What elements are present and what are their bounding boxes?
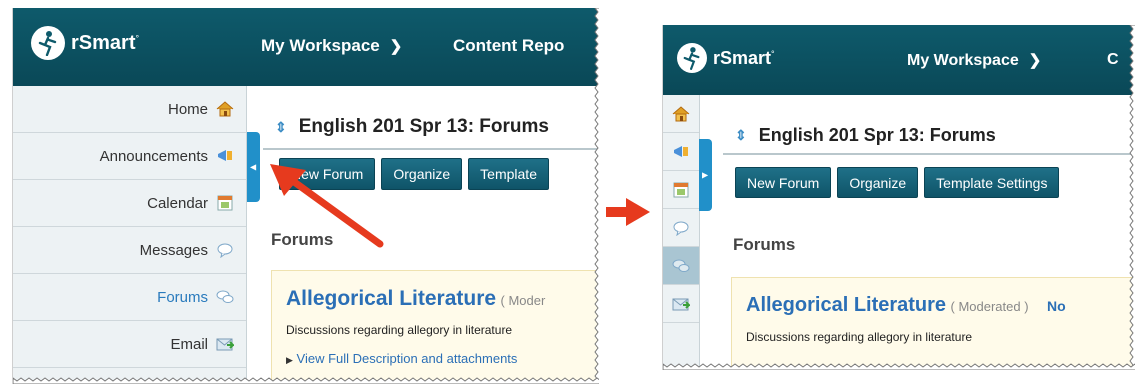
tool-sidebar-collapsed	[663, 95, 700, 370]
forum-title-row: Allegorical Literature ( Moderated ) No	[746, 294, 1066, 317]
page-title: ⇕ English 201 Spr 13: Forums	[275, 116, 549, 137]
triangle-right-icon: ▶	[286, 355, 293, 365]
view-description-link[interactable]: ▶ View Full Description and attachments	[286, 351, 517, 366]
my-workspace-menu[interactable]: My Workspace ❯	[261, 36, 402, 56]
sidebar-icon-home[interactable]	[663, 95, 699, 133]
home-icon	[216, 101, 234, 117]
title-arrows-icon: ⇕	[275, 118, 287, 135]
rsmart-logo[interactable]: rSmart°	[31, 26, 139, 60]
home-icon	[672, 105, 690, 121]
sidebar-item-label: Forums	[157, 288, 208, 306]
caret-right-icon: ▶	[702, 170, 709, 180]
forum-status: ( Moderated )	[950, 299, 1029, 314]
forum-bubbles-icon	[672, 259, 690, 272]
sidebar-item-label: Messages	[139, 241, 208, 259]
title-arrows-icon: ⇕	[735, 127, 747, 143]
top-nav-bar: rSmart° My Workspace ❯ Content Repo	[13, 8, 599, 86]
transition-arrow	[606, 198, 650, 226]
sidebar-icon-email[interactable]	[663, 285, 699, 323]
after-screenshot-panel: rSmart° My Workspace ❯ C ▶ ⇕ English 201…	[662, 25, 1135, 370]
forum-toolbar: New Forum Organize Template Settings	[735, 167, 1065, 198]
page-title: ⇕ English 201 Spr 13: Forums	[735, 125, 996, 145]
torn-edge-right	[1129, 25, 1135, 370]
organize-button[interactable]: Organize	[381, 158, 463, 190]
annotation-arrow	[270, 164, 384, 248]
chevron-down-icon: ❯	[1028, 52, 1042, 69]
forum-title-link[interactable]: Allegorical Literature	[746, 294, 946, 316]
caret-left-icon: ◀	[250, 162, 257, 172]
content-repo-menu[interactable]: C	[1107, 51, 1119, 69]
sidebar-icon-announcements[interactable]	[663, 133, 699, 171]
runner-logo-icon	[31, 26, 65, 60]
title-divider	[263, 148, 599, 150]
organize-button[interactable]: Organize	[837, 167, 919, 198]
sidebar-item-label: Calendar	[147, 194, 208, 212]
top-nav-bar: rSmart° My Workspace ❯ C	[663, 25, 1135, 95]
sidebar-item-label: Announcements	[99, 147, 208, 165]
torn-edge-bottom	[13, 377, 599, 384]
sidebar-item-label: Home	[167, 100, 208, 118]
forum-extra-cropped[interactable]: No	[1047, 298, 1066, 314]
mail-icon	[216, 336, 236, 352]
mail-icon	[672, 298, 690, 310]
sidebar-icon-messages[interactable]	[663, 209, 699, 247]
torn-edge-bottom	[663, 363, 1135, 370]
calendar-icon	[673, 182, 689, 197]
sidebar-item-forums[interactable]: Forums	[13, 274, 246, 321]
forum-card: Allegorical Literature ( Moder Discussio…	[271, 270, 599, 384]
content-repo-menu[interactable]: Content Repo	[453, 36, 564, 56]
speech-bubble-icon	[673, 221, 689, 236]
forum-status: ( Moder	[500, 293, 546, 308]
sidebar-item-announcements[interactable]: Announcements	[13, 133, 246, 180]
new-forum-button[interactable]: New Forum	[735, 167, 832, 198]
tool-sidebar: Home Announcements Calendar Messages For…	[13, 86, 247, 384]
template-settings-button[interactable]: Template Settings	[924, 167, 1060, 198]
speech-bubble-icon	[216, 242, 234, 259]
forum-title-row: Allegorical Literature ( Moder	[286, 287, 545, 311]
my-workspace-menu[interactable]: My Workspace ❯	[907, 51, 1041, 70]
forum-description: Discussions regarding allegory in litera…	[746, 330, 973, 344]
chevron-down-icon: ❯	[389, 38, 403, 55]
megaphone-icon	[216, 148, 234, 164]
collapse-sidebar-handle[interactable]: ◀	[247, 132, 260, 202]
forum-card: Allegorical Literature ( Moderated ) No …	[731, 277, 1135, 370]
sidebar-item-messages[interactable]: Messages	[13, 227, 246, 274]
torn-edge-right	[594, 8, 599, 384]
forum-title-link[interactable]: Allegorical Literature	[286, 287, 496, 310]
sidebar-item-email[interactable]: Email	[13, 321, 246, 368]
runner-logo-icon	[677, 43, 707, 73]
sidebar-icon-forums[interactable]	[663, 247, 699, 285]
sidebar-item-calendar[interactable]: Calendar	[13, 180, 246, 227]
sidebar-icon-calendar[interactable]	[663, 171, 699, 209]
forums-heading: Forums	[733, 235, 796, 254]
expand-sidebar-handle[interactable]: ▶	[699, 139, 712, 211]
template-settings-button[interactable]: Template	[468, 158, 549, 190]
rsmart-logo[interactable]: rSmart°	[677, 43, 775, 73]
sidebar-item-label: Email	[170, 335, 208, 353]
calendar-icon	[216, 195, 234, 211]
megaphone-icon	[674, 145, 688, 157]
forum-description: Discussions regarding allegory in litera…	[286, 323, 513, 337]
sidebar-item-home[interactable]: Home	[13, 86, 246, 133]
forum-bubbles-icon	[216, 289, 234, 305]
title-divider	[723, 153, 1135, 155]
